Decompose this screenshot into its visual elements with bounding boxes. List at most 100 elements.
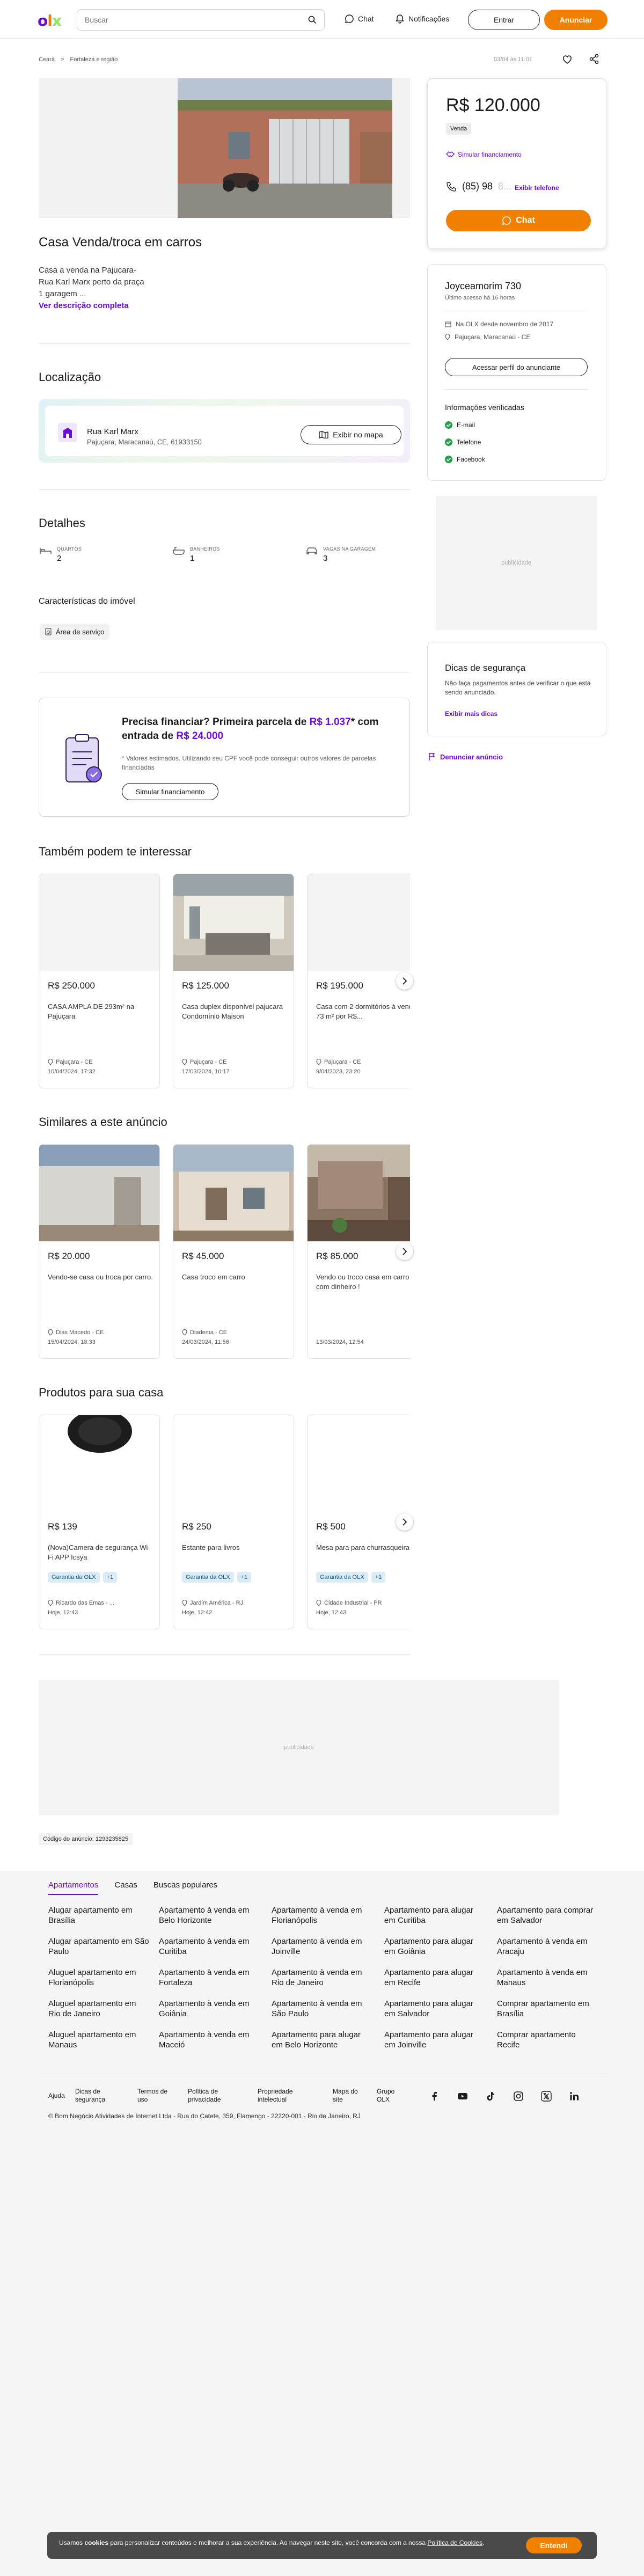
feature-label: Área de serviço	[56, 627, 105, 636]
chat-link[interactable]: Chat	[345, 14, 374, 24]
footer-bottom-link[interactable]: Propriedade intelectual	[258, 2088, 292, 2104]
location-inner: Rua Karl Marx Pajuçara, Maracanaú, CE, 6…	[45, 406, 404, 456]
divider	[39, 343, 410, 344]
card-image	[39, 874, 159, 971]
youtube-icon[interactable]	[457, 2091, 468, 2102]
footer-bottom-link[interactable]: Grupo OLX	[377, 2088, 394, 2104]
product-card[interactable]: R$ 500 Mesa para para churrasqueira Gara…	[307, 1415, 410, 1629]
breadcrumb-region[interactable]: Fortaleza e região	[70, 56, 118, 63]
breadcrumb-state[interactable]: Ceará	[39, 56, 55, 63]
link-line: privacidade	[188, 2096, 221, 2103]
show-map-button[interactable]: Exibir no mapa	[301, 425, 401, 444]
carousel-next-button[interactable]	[396, 1243, 413, 1260]
footer-link[interactable]: Aluguel apartamento em Manaus	[48, 2030, 150, 2050]
footer-link[interactable]: Apartamento à venda em Curitiba	[159, 1936, 261, 1957]
footer-link[interactable]: Apartamento para comprar em Salvador	[497, 1905, 599, 1926]
listing-card[interactable]: R$ 125.000 Casa duplex disponível pajuca…	[173, 874, 294, 1088]
footer-link[interactable]: Apartamento à venda em Goiânia	[159, 1999, 261, 2019]
footer-link[interactable]: Apartamento para alugar em Goiânia	[384, 1936, 486, 1957]
post-ad-button[interactable]: Anunciar	[544, 10, 608, 30]
heart-icon[interactable]	[561, 53, 573, 65]
see-full-description-link[interactable]: Ver descrição completa	[39, 300, 144, 312]
link-line: segurança	[75, 2096, 106, 2103]
seller-card: Joyceamorim 730 Último acesso há 16 hora…	[427, 264, 606, 481]
show-phone-link[interactable]: Exibir telefone	[515, 184, 559, 192]
simulate-financing-button[interactable]: Simular financiamento	[122, 783, 218, 800]
footer-link[interactable]: Alugar apartamento em Brasília	[48, 1905, 150, 1926]
footer-bottom-link[interactable]: Mapa do site	[333, 2088, 358, 2104]
card-price: R$ 250	[182, 1521, 211, 1532]
footer-link[interactable]: Apartamento à venda em Florianópolis	[272, 1905, 374, 1926]
share-icon[interactable]	[588, 53, 600, 65]
instagram-icon[interactable]	[513, 2091, 524, 2102]
footer-link[interactable]: Apartamento à venda em Belo Horizonte	[159, 1905, 261, 1926]
card-date: 9/04/2023, 23:20	[316, 1069, 361, 1075]
footer-bottom-link[interactable]: Política de privacidade	[188, 2088, 221, 2104]
chat-button[interactable]: Chat	[446, 210, 591, 231]
card-location: Jardim América - RJ	[182, 1600, 243, 1606]
card-date: 13/03/2024, 12:54	[316, 1339, 364, 1345]
footer-link[interactable]: Apartamento para alugar em Salvador	[384, 1999, 486, 2019]
footer-link[interactable]: Apartamento à venda em Aracaju	[497, 1936, 599, 1957]
footer-link[interactable]: Apartamento para alugar em Joinville	[384, 2030, 486, 2050]
footer-link[interactable]: Apartamento à venda em Rio de Janeiro	[272, 1967, 374, 1988]
listing-card[interactable]: R$ 85.000 Vendo ou troco casa em carro c…	[307, 1144, 410, 1359]
listing-card[interactable]: R$ 250.000 CASA AMPLA DE 293m² na Pajuça…	[39, 874, 160, 1088]
cookie-accept-button[interactable]: Entendi	[526, 2537, 582, 2553]
footer-tab-buscas-populares[interactable]: Buscas populares	[153, 1880, 217, 1895]
listing-card[interactable]: R$ 195.000 Casa com 2 dormitórios à vend…	[307, 874, 410, 1088]
olx-logo[interactable]: olx	[38, 12, 62, 30]
card-image	[173, 1415, 294, 1512]
search-input[interactable]	[77, 10, 287, 30]
footer-link[interactable]: Apartamento à venda em Fortaleza	[159, 1967, 261, 1988]
location-pin-icon	[48, 1600, 53, 1606]
cookie-policy-link[interactable]: Política de Cookies	[427, 2539, 482, 2546]
products-carousel: R$ 139 (Nova)Camera de segurança Wi-Fi A…	[39, 1413, 410, 1631]
footer-link[interactable]: Comprar apartamento Recife	[497, 2030, 599, 2050]
footer-link[interactable]: Apartamento à venda em Maceió	[159, 2030, 261, 2050]
footer-link[interactable]: Apartamento para alugar em Curitiba	[384, 1905, 486, 1926]
product-card[interactable]: R$ 139 (Nova)Camera de segurança Wi-Fi A…	[39, 1415, 160, 1629]
facebook-icon[interactable]	[429, 2091, 440, 2102]
location-card: Rua Karl Marx Pajuçara, Maracanaú, CE, 6…	[39, 399, 410, 463]
footer-link[interactable]: Apartamento à venda em São Paulo	[272, 1999, 374, 2019]
footer-link[interactable]: Aluguel apartamento em Rio de Janeiro	[48, 1999, 150, 2019]
more-tips-link[interactable]: Exibir mais dicas	[445, 710, 497, 718]
footer-tab-apartamentos[interactable]: Apartamentos	[48, 1880, 99, 1895]
copyright: © Bom Negócio Atividades de Internet Ltd…	[48, 2112, 361, 2120]
footer-link[interactable]: Aluguel apartamento em Florianópolis	[48, 1967, 150, 1988]
tiktok-icon[interactable]	[485, 2091, 496, 2102]
x-twitter-icon[interactable]	[541, 2091, 552, 2102]
footer-bottom-link[interactable]: Ajuda	[48, 2092, 65, 2100]
footer-link[interactable]: Apartamento à venda em Joinville	[272, 1936, 374, 1957]
card-date: 24/03/2024, 11:56	[182, 1339, 229, 1345]
house-photo[interactable]	[178, 78, 392, 218]
simulate-financing-link[interactable]: Simular financiamento	[446, 151, 522, 158]
report-ad-link[interactable]: Denunciar anúncio	[428, 752, 503, 761]
linkedin-icon[interactable]	[569, 2091, 580, 2102]
footer-bottom-link[interactable]: Dicas de segurança	[75, 2088, 105, 2104]
login-button[interactable]: Entrar	[468, 10, 540, 30]
carousel-next-button[interactable]	[396, 1513, 413, 1531]
card-price: R$ 195.000	[316, 980, 363, 991]
photo-gallery[interactable]	[39, 78, 410, 218]
footer-tab-casas[interactable]: Casas	[114, 1880, 137, 1895]
footer-bottom-link[interactable]: Termos de uso	[137, 2088, 167, 2104]
listing-card[interactable]: R$ 45.000 Casa troco em carro Diadema - …	[173, 1144, 294, 1359]
guarantee-badge: Garantia da OLX	[316, 1572, 368, 1583]
seller-profile-button[interactable]: Acessar perfil do anunciante	[445, 358, 588, 376]
carousel-next-button[interactable]	[396, 972, 413, 990]
link-line: site	[333, 2096, 343, 2103]
phone-icon	[447, 181, 456, 192]
footer-link[interactable]: Alugar apartamento em São Paulo	[48, 1936, 150, 1957]
card-badges: Garantia da OLX +1	[316, 1572, 386, 1583]
footer-link[interactable]: Apartamento para alugar em Recife	[384, 1967, 486, 1988]
chat-label: Chat	[358, 14, 374, 23]
product-card[interactable]: R$ 250 Estante para livros Garantia da O…	[173, 1415, 294, 1629]
footer-link[interactable]: Apartamento à venda em Manaus	[497, 1967, 599, 1988]
notifications-link[interactable]: Notificações	[395, 14, 449, 24]
footer-link[interactable]: Comprar apartamento em Brasília	[497, 1999, 599, 2019]
search-icon[interactable]	[308, 16, 317, 24]
listing-card[interactable]: R$ 20.000 Vendo-se casa ou troca por car…	[39, 1144, 160, 1359]
footer-link[interactable]: Apartamento para alugar em Belo Horizont…	[272, 2030, 374, 2050]
